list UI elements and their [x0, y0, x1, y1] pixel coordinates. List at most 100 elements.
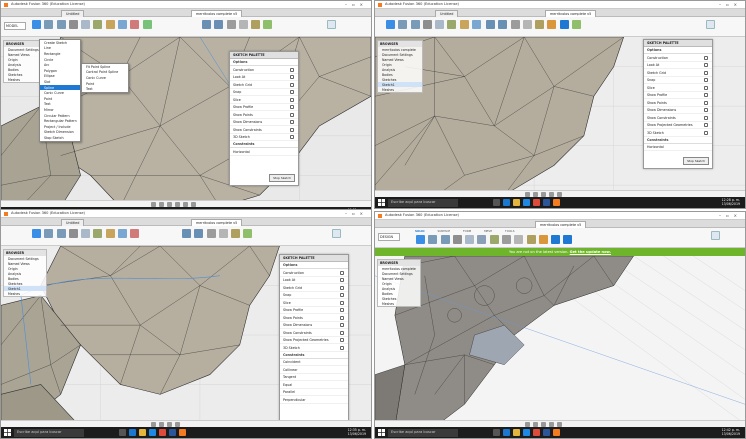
construct-icon[interactable]: [435, 20, 445, 29]
option-checkbox[interactable]: [340, 315, 344, 320]
option-checkbox[interactable]: [704, 123, 708, 127]
taskbar-search[interactable]: Escribe aquí para buscar: [388, 428, 458, 437]
viewcube-icon[interactable]: [706, 20, 715, 29]
option-checkbox[interactable]: [704, 93, 708, 97]
modify-icon[interactable]: [410, 20, 420, 29]
viewcube[interactable]: [331, 228, 342, 244]
palette-option[interactable]: Slice: [230, 96, 298, 104]
constraint-item[interactable]: Horizontal: [230, 148, 298, 156]
create-sketch-icon[interactable]: [416, 235, 425, 244]
joint-icon[interactable]: [226, 20, 236, 29]
option-checkbox[interactable]: [340, 330, 344, 335]
chrome-icon[interactable]: [533, 199, 540, 206]
joint-icon[interactable]: [206, 229, 216, 238]
viewcube-icon[interactable]: [327, 20, 336, 29]
measure-icon[interactable]: [526, 235, 536, 244]
option-checkbox[interactable]: [340, 270, 344, 275]
option-checkbox[interactable]: [704, 78, 708, 82]
plane-icon[interactable]: [218, 229, 228, 238]
palette-option[interactable]: 3D Sketch: [280, 344, 348, 352]
plane-icon[interactable]: [238, 20, 248, 29]
option-checkbox[interactable]: [340, 345, 344, 350]
viewcube[interactable]: [705, 19, 716, 35]
toolbar-tab-form[interactable]: FORM: [463, 229, 471, 233]
option-checkbox[interactable]: [290, 67, 294, 72]
tab-untitled[interactable]: Untitled: [435, 10, 459, 17]
insert-icon[interactable]: [105, 229, 115, 238]
chrome-icon[interactable]: [533, 429, 540, 436]
press-pull-icon[interactable]: [486, 20, 495, 29]
palette-option[interactable]: Show Profile: [230, 104, 298, 111]
palette-option[interactable]: Construction: [230, 66, 298, 74]
browser-item[interactable]: merritcolos complete: [378, 266, 420, 271]
palette-option[interactable]: Look At: [644, 62, 712, 69]
constraint-item[interactable]: Parallel: [280, 389, 348, 396]
stop-sketch-button[interactable]: Stop Sketch: [683, 157, 709, 165]
tab-document[interactable]: merritcolos complete v5: [535, 221, 587, 228]
palette-option[interactable]: Sketch Grid: [644, 69, 712, 77]
palette-option[interactable]: Look At: [230, 74, 298, 81]
taskbar-search[interactable]: Escribe aquí para buscar: [388, 198, 458, 207]
constraint-item[interactable]: Collinear: [280, 366, 348, 374]
create-sketch-icon[interactable]: [32, 229, 41, 238]
browser-item[interactable]: Meshes: [4, 77, 40, 82]
canvas-viewport[interactable]: BROWSER merritcolos complete Document Se…: [375, 37, 745, 197]
update-link[interactable]: Get the update now.: [570, 250, 611, 254]
edge-icon[interactable]: [503, 199, 510, 206]
chrome-icon[interactable]: [159, 429, 166, 436]
fillet-icon[interactable]: [214, 20, 224, 29]
palette-option[interactable]: Show Constraints: [230, 126, 298, 134]
palette-option[interactable]: Show Dimensions: [280, 322, 348, 329]
option-checkbox[interactable]: [704, 108, 708, 112]
window-controls[interactable]: –▫×: [719, 213, 742, 218]
taskbar-search[interactable]: Escribe aquí para buscar: [14, 428, 84, 437]
palette-option[interactable]: Show Profile: [280, 307, 348, 314]
palette-option[interactable]: Show Projected Geometries: [644, 122, 712, 129]
select-icon[interactable]: [559, 20, 569, 29]
task-view-icon[interactable]: [493, 429, 500, 436]
option-checkbox[interactable]: [340, 338, 344, 342]
palette-option[interactable]: Slice: [280, 299, 348, 307]
word-icon[interactable]: [543, 429, 550, 436]
toolbar-tab-tools[interactable]: TOOLS: [505, 229, 514, 233]
palette-option[interactable]: Snap: [280, 292, 348, 299]
assemble-icon[interactable]: [68, 229, 78, 238]
window-controls[interactable]: –▫×: [719, 2, 742, 7]
fillet-icon[interactable]: [465, 235, 475, 244]
option-checkbox[interactable]: [704, 85, 708, 90]
palette-option[interactable]: Construction: [644, 54, 712, 62]
measure-icon[interactable]: [231, 229, 241, 238]
menu-item[interactable]: Stop Sketch: [40, 135, 80, 141]
palette-option[interactable]: Show Dimensions: [644, 107, 712, 114]
browser-item[interactable]: merritcolos complete: [378, 47, 422, 52]
inspect-icon[interactable]: [93, 229, 103, 238]
make-icon[interactable]: [117, 20, 127, 29]
tab-document[interactable]: merritcolos complete v5: [191, 10, 243, 17]
insert-icon[interactable]: [459, 20, 469, 29]
word-icon[interactable]: [169, 429, 176, 436]
option-checkbox[interactable]: [340, 293, 344, 297]
option-checkbox[interactable]: [704, 55, 708, 60]
constraint-item[interactable]: Equal: [280, 381, 348, 389]
word-icon[interactable]: [543, 199, 550, 206]
joint-icon[interactable]: [510, 20, 520, 29]
assemble-icon[interactable]: [422, 20, 432, 29]
constraint-item[interactable]: Perpendicular: [280, 396, 348, 404]
measure-icon[interactable]: [251, 20, 261, 29]
option-checkbox[interactable]: [290, 97, 294, 102]
option-checkbox[interactable]: [340, 308, 344, 312]
create-icon[interactable]: [44, 229, 54, 238]
browser-item[interactable]: Meshes: [4, 291, 46, 296]
press-pull-icon[interactable]: [202, 20, 211, 29]
canvas-viewport[interactable]: BROWSER Document Settings Named Views Or…: [1, 37, 371, 207]
constraint-item[interactable]: Tangent: [280, 374, 348, 381]
palette-option[interactable]: Slice: [644, 84, 712, 92]
option-checkbox[interactable]: [290, 105, 294, 109]
insert-icon[interactable]: [105, 20, 115, 29]
palette-option[interactable]: Look At: [280, 277, 348, 284]
palette-option[interactable]: Sketch Grid: [280, 284, 348, 292]
modify-icon[interactable]: [56, 20, 66, 29]
create-sketch-icon[interactable]: [32, 20, 41, 29]
tab-document[interactable]: merritcolos complete v5: [191, 219, 243, 226]
plane-icon[interactable]: [522, 20, 532, 29]
